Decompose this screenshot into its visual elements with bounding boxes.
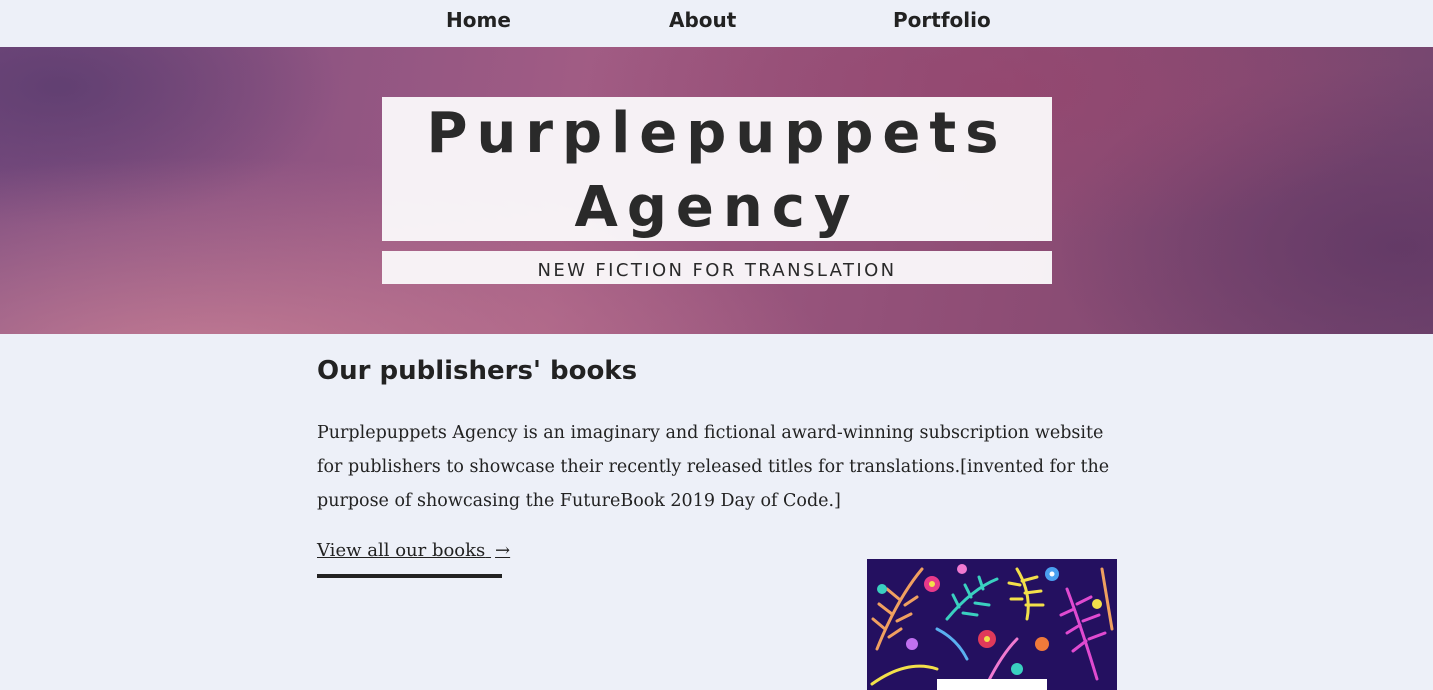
book-cover-image[interactable] [867,559,1117,690]
site-subtitle: NEW FICTION FOR TRANSLATION [382,251,1052,284]
top-nav: Home About Portfolio [0,0,1433,47]
section-heading: Our publishers' books [317,356,638,386]
intro-paragraph: Purplepuppets Agency is an imaginary and… [317,423,1110,511]
floral-pattern-illustration [867,559,1117,690]
nav-about-link[interactable]: About [669,8,736,32]
view-all-books-label: View all our books [317,540,486,561]
view-all-books-link[interactable]: View all our books → [317,540,510,578]
site-title-box: Purplepuppets Agency [382,97,1052,241]
nav-home-link[interactable]: Home [446,8,511,32]
cover-title-panel [937,679,1047,690]
hero-banner: Purplepuppets Agency NEW FICTION FOR TRA… [0,47,1433,334]
site-title-line2: Agency [574,175,860,240]
arrow-right-icon: → [495,540,511,561]
nav-portfolio-link[interactable]: Portfolio [893,8,991,32]
site-title-line1: Purplepuppets [426,101,1008,166]
